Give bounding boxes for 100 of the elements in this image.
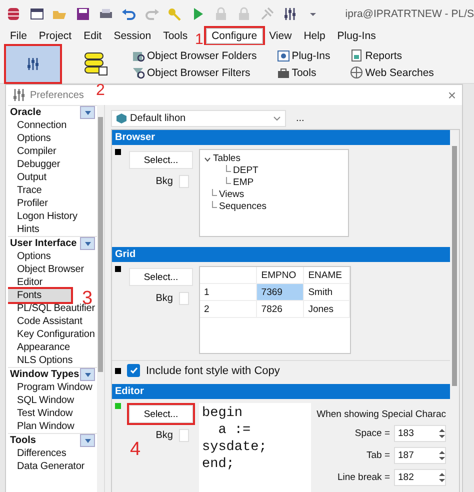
select-font-button[interactable]: Select... <box>129 405 193 423</box>
sidebar-item[interactable]: Program Window <box>8 381 97 394</box>
table-cell: Smith <box>304 284 350 300</box>
close-button[interactable]: × <box>448 87 456 103</box>
menu-item[interactable]: Help <box>298 28 332 44</box>
new-window-icon[interactable] <box>29 6 45 22</box>
database-icon[interactable] <box>6 6 22 22</box>
sidebar-item[interactable]: Plan Window <box>8 420 97 433</box>
bkg-label: Bkg <box>156 430 173 441</box>
sidebar-item[interactable]: Options <box>8 132 97 145</box>
field-label: Tab = <box>366 450 390 461</box>
collapse-button[interactable] <box>80 237 95 250</box>
database-list-icon[interactable] <box>83 51 109 77</box>
sliders-icon[interactable] <box>282 6 298 22</box>
menu-item[interactable]: Edit <box>78 28 108 44</box>
sidebar-item[interactable]: Compiler <box>8 145 97 158</box>
group-header: Oracle <box>10 107 42 118</box>
menu-item[interactable]: Configure <box>206 28 264 44</box>
checkbox[interactable] <box>127 364 140 377</box>
table-cell: 7369 <box>256 284 304 300</box>
sidebar-item[interactable]: SQL Window <box>8 394 97 407</box>
ribbon-item[interactable]: Plug-Ins <box>292 50 330 62</box>
table-cell: Jones <box>304 300 350 318</box>
sidebar-item[interactable]: Key Configuration <box>8 328 97 341</box>
column-header: ENAME <box>304 267 350 284</box>
spin-field[interactable]: 183 <box>394 425 446 442</box>
tree-node[interactable]: DEPT <box>233 165 258 177</box>
sidebar-item[interactable]: Debugger <box>8 158 97 171</box>
bkg-color-box[interactable] <box>179 175 189 188</box>
check-icon <box>130 367 138 374</box>
field-label: Space = <box>354 428 390 439</box>
tree-node[interactable]: Views <box>219 189 244 201</box>
sidebar-item[interactable]: NLS Options <box>8 354 97 367</box>
plugin-window-icon <box>276 49 290 62</box>
filter-search-icon <box>132 66 145 79</box>
tree-node[interactable]: EMP <box>233 177 254 189</box>
dialog-title: Preferences <box>30 90 84 100</box>
code-preview: begin a := sysdate; end; <box>199 403 311 492</box>
menu-item[interactable]: Project <box>32 28 78 44</box>
menu-item[interactable]: Session <box>108 28 158 44</box>
ribbon-item[interactable]: Web Searches <box>365 66 434 78</box>
field-label: Line break = <box>337 472 390 483</box>
ribbon-item[interactable]: Reports <box>365 50 402 62</box>
caret-icon <box>84 438 90 442</box>
sidebar-item[interactable]: Output <box>8 171 97 184</box>
ribbon-item[interactable]: Tools <box>292 66 316 78</box>
profile-dropdown[interactable]: Default lihon <box>111 110 286 126</box>
sidebar-item[interactable]: Appearance <box>8 341 97 354</box>
ribbon-item[interactable]: Object Browser Folders <box>147 50 257 62</box>
sidebar-item[interactable]: Hints <box>8 223 97 236</box>
group-header: User Interface <box>10 238 77 249</box>
preferences-button[interactable] <box>6 46 60 82</box>
collapse-button[interactable] <box>80 106 95 119</box>
sidebar-item[interactable]: Connection <box>8 119 97 132</box>
group-header: Tools <box>10 435 36 446</box>
spin-arrows-icon[interactable] <box>439 472 445 483</box>
sidebar-item[interactable]: Options <box>8 250 97 263</box>
section-header: Grid <box>112 247 450 262</box>
sidebar-item[interactable]: Test Window <box>8 407 97 420</box>
ribbon-item[interactable]: Object Browser Filters <box>147 66 250 78</box>
sidebar-item[interactable]: Object Browser <box>8 263 97 276</box>
sidebar-item[interactable]: Logon History <box>8 210 97 223</box>
checkbox-label: Include font style with Copy <box>146 364 280 376</box>
sidebar-item[interactable]: Fonts <box>8 289 71 302</box>
select-font-button[interactable]: Select... <box>129 151 193 169</box>
expanded-caret-icon[interactable] <box>204 156 211 162</box>
select-font-button[interactable]: Select... <box>129 268 193 286</box>
menu-item[interactable]: View <box>263 28 298 44</box>
bkg-color-box[interactable] <box>179 429 189 442</box>
menu-item[interactable]: Tools <box>157 28 194 44</box>
menu-item[interactable]: File <box>4 28 33 44</box>
save-icon[interactable] <box>75 6 91 22</box>
annotation-number: 4 <box>130 440 141 459</box>
scrollbar[interactable] <box>97 105 104 492</box>
caret-icon <box>84 242 90 246</box>
globe-icon <box>350 66 364 79</box>
profile-icon <box>116 112 127 124</box>
sidebar-item[interactable]: Trace <box>8 184 97 197</box>
collapse-button[interactable] <box>80 434 95 447</box>
special-characters-label: When showing Special Charac <box>316 409 446 420</box>
sidebar-item[interactable]: Editor <box>8 276 97 289</box>
bkg-color-box[interactable] <box>179 292 189 305</box>
tree-node[interactable]: Tables <box>213 153 240 165</box>
sidebar-item[interactable]: Code Assistant <box>8 315 97 328</box>
sidebar-item[interactable]: Differences <box>8 447 97 460</box>
spin-field[interactable]: 182 <box>394 469 446 486</box>
tree-node[interactable]: Sequences <box>219 201 267 213</box>
annotation-number: 1 <box>195 30 204 49</box>
collapse-button[interactable] <box>80 368 95 381</box>
sidebar-item[interactable]: Profiler <box>8 197 97 210</box>
bkg-label: Bkg <box>156 293 173 304</box>
spin-arrows-icon[interactable] <box>439 428 445 439</box>
spin-arrows-icon[interactable] <box>439 450 445 461</box>
chevron-down-icon <box>273 116 281 120</box>
sidebar-item[interactable]: Data Generator <box>8 460 97 473</box>
more-button[interactable]: ... <box>296 112 304 124</box>
menu-item[interactable]: Plug-Ins <box>331 28 382 44</box>
folder-search-icon <box>132 49 145 62</box>
sidebar-item[interactable]: PL/SQL Beautifier <box>8 302 97 315</box>
spin-field[interactable]: 187 <box>394 447 446 464</box>
